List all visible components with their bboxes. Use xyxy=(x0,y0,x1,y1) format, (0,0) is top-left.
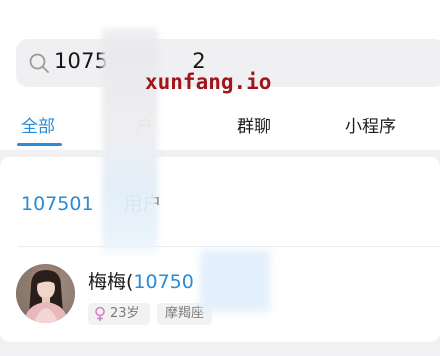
user-number: 10750 xyxy=(133,271,194,293)
age-label: 23岁 xyxy=(110,306,140,321)
female-icon xyxy=(95,306,105,321)
tab-group-chats[interactable]: 群聊 xyxy=(237,112,271,137)
user-name-text: 梅梅( xyxy=(88,271,134,293)
active-tab-indicator xyxy=(17,143,62,146)
tab-mini-programs[interactable]: 小程序 xyxy=(345,112,396,137)
search-query: 1075 xyxy=(54,49,109,73)
zodiac-badge: 摩羯座 xyxy=(157,303,212,325)
phone-result-text: 107501 用户 xyxy=(21,189,162,216)
avatar xyxy=(16,264,75,323)
gender-age-badge: 23岁 xyxy=(88,303,150,325)
tab-all[interactable]: 全部 xyxy=(21,112,55,137)
tab-users[interactable]: 户 xyxy=(136,112,153,137)
watermark: xunfang.io xyxy=(145,70,272,94)
phone-result-number: 107501 xyxy=(21,193,94,215)
user-result[interactable]: 梅梅(10750 23岁 摩羯座 xyxy=(0,247,440,342)
phone-result-suffix: 用户 xyxy=(123,193,162,215)
results-card: 107501 用户 梅梅(10750 23岁 摩羯座 xyxy=(0,157,440,342)
user-name: 梅梅(10750 xyxy=(88,267,194,294)
search-icon xyxy=(29,53,49,73)
phone-search-result[interactable]: 107501 用户 xyxy=(0,157,440,245)
